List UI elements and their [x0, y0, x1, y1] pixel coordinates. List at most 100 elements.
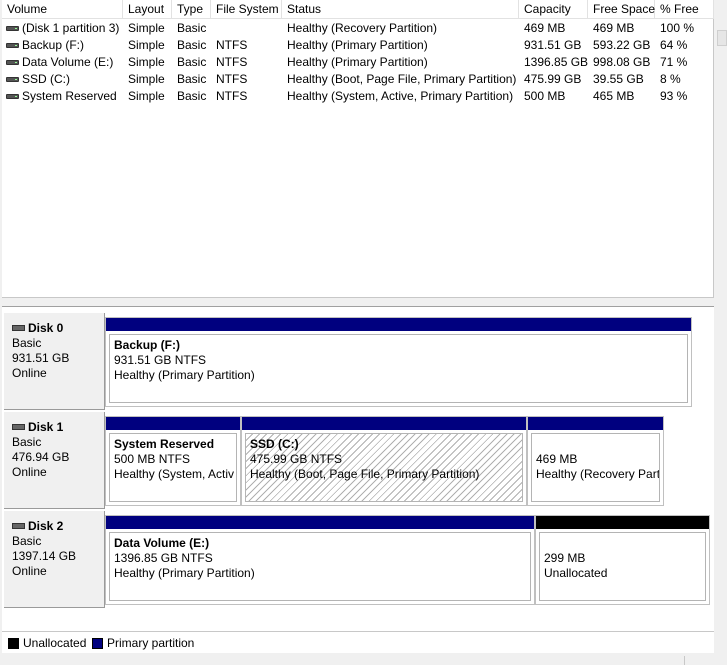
- partition-size: 500 MB NTFS: [114, 452, 191, 466]
- partition-name: SSD (C:): [250, 437, 299, 451]
- partition-status: Healthy (Boot, Page File, Primary Partit…: [250, 467, 480, 481]
- column-header-free-space[interactable]: Free Space: [588, 0, 655, 19]
- volume-type: Basic: [177, 55, 207, 69]
- disk-state: Online: [12, 465, 47, 479]
- volume-row[interactable]: (Disk 1 partition 3) Simple Basic Health…: [2, 20, 713, 37]
- volume-row[interactable]: SSD (C:) Simple Basic NTFS Healthy (Boot…: [2, 71, 713, 88]
- volume-file-system: NTFS: [216, 38, 248, 52]
- disk-label-disk-1[interactable]: Disk 1 Basic 476.94 GB Online: [4, 412, 105, 509]
- disk-size: 931.51 GB: [12, 351, 70, 365]
- volume-type: Basic: [177, 72, 207, 86]
- volume-row[interactable]: Data Volume (E:) Simple Basic NTFS Healt…: [2, 54, 713, 71]
- legend-label: Primary partition: [107, 636, 195, 650]
- volume-free-space: 998.08 GB: [593, 55, 651, 69]
- disk-map[interactable]: Disk 0 Basic 931.51 GB Online Backup (F:…: [2, 306, 714, 631]
- status-divider: [684, 656, 685, 665]
- column-header-capacity[interactable]: Capacity: [519, 0, 588, 19]
- volume-name: Backup (F:): [22, 38, 85, 52]
- volume-file-system: NTFS: [216, 72, 248, 86]
- partition-name: Backup (F:): [114, 338, 180, 352]
- volume-icon: [6, 43, 19, 48]
- disk-icon: [12, 424, 25, 430]
- partition-size: 475.99 GB NTFS: [250, 452, 343, 466]
- volume-list[interactable]: Volume Layout Type File System Status Ca…: [2, 0, 714, 298]
- legend-swatch: [92, 638, 103, 649]
- volume-free-space: 465 MB: [593, 89, 635, 103]
- partition-name: [536, 437, 659, 452]
- volume-name: System Reserved: [22, 89, 117, 103]
- volume-status: Healthy (Recovery Partition): [287, 21, 438, 35]
- column-header-layout[interactable]: Layout: [123, 0, 172, 19]
- partition-bar: [106, 516, 534, 529]
- disk-icon: [12, 523, 25, 529]
- volume-layout: Simple: [128, 38, 165, 52]
- volume-row[interactable]: System Reserved Simple Basic NTFS Health…: [2, 88, 713, 105]
- volume-status: Healthy (Primary Partition): [287, 38, 428, 52]
- column-header-percent-free[interactable]: % Free: [655, 0, 714, 19]
- disk-state: Online: [12, 366, 47, 380]
- partition-system-reserved[interactable]: System Reserved 500 MB NTFS Healthy (Sys…: [105, 416, 241, 506]
- volume-status: Healthy (System, Active, Primary Partiti…: [287, 89, 514, 103]
- disk-label-disk-2[interactable]: Disk 2 Basic 1397.14 GB Online: [4, 511, 105, 608]
- disk-kind: Basic: [12, 534, 42, 548]
- volume-percent-free: 64 %: [660, 38, 688, 52]
- partition-ssd-selected[interactable]: SSD (C:) 475.99 GB NTFS Healthy (Boot, P…: [241, 416, 527, 506]
- volume-percent-free: 100 %: [660, 21, 695, 35]
- volume-type: Basic: [177, 21, 207, 35]
- volume-capacity: 469 MB: [524, 21, 566, 35]
- partition-backup[interactable]: Backup (F:) 931.51 GB NTFS Healthy (Prim…: [105, 317, 692, 407]
- partition-status: Healthy (Recovery Part: [536, 467, 660, 481]
- volume-percent-free: 93 %: [660, 89, 688, 103]
- partition-bar: [528, 417, 663, 430]
- column-header-volume[interactable]: Volume: [2, 0, 123, 19]
- volume-name: (Disk 1 partition 3): [22, 21, 120, 35]
- legend-swatch: [8, 638, 19, 649]
- scroll-arrow-icon[interactable]: [717, 30, 727, 46]
- volume-icon: [6, 26, 19, 31]
- partition-data-volume[interactable]: Data Volume (E:) 1396.85 GB NTFS Healthy…: [105, 515, 535, 605]
- window-edge-scrollbar[interactable]: [716, 0, 727, 665]
- volume-status: Healthy (Boot, Page File, Primary Partit…: [287, 72, 517, 86]
- partition-size: 1396.85 GB NTFS: [114, 551, 213, 565]
- volume-icon: [6, 77, 19, 82]
- volume-free-space: 469 MB: [593, 21, 635, 35]
- disk-kind: Basic: [12, 435, 42, 449]
- partition-status: Healthy (Primary Partition): [114, 566, 255, 580]
- column-header-status[interactable]: Status: [282, 0, 519, 19]
- partition-bar: [536, 516, 709, 529]
- legend: Unallocated Primary partition: [2, 631, 714, 653]
- volume-free-space: 593.22 GB: [593, 38, 651, 52]
- partition-name: Data Volume (E:): [114, 536, 210, 550]
- volume-name: SSD (C:): [22, 72, 70, 86]
- volume-list-header: Volume Layout Type File System Status Ca…: [2, 0, 714, 19]
- column-header-file-system[interactable]: File System: [211, 0, 282, 19]
- partition-name: System Reserved: [114, 437, 215, 451]
- partition-status: Healthy (System, Activ: [114, 467, 235, 481]
- disk-label-disk-0[interactable]: Disk 0 Basic 931.51 GB Online: [4, 313, 105, 410]
- column-header-type[interactable]: Type: [172, 0, 211, 19]
- disk-icon: [12, 325, 25, 331]
- pane-splitter[interactable]: [2, 298, 714, 306]
- volume-layout: Simple: [128, 89, 165, 103]
- volume-name: Data Volume (E:): [22, 55, 114, 69]
- disk-kind: Basic: [12, 336, 42, 350]
- partition-bar: [106, 417, 240, 430]
- volume-capacity: 500 MB: [524, 89, 566, 103]
- volume-status: Healthy (Primary Partition): [287, 55, 428, 69]
- volume-capacity: 931.51 GB: [524, 38, 582, 52]
- volume-file-system: NTFS: [216, 89, 248, 103]
- volume-percent-free: 8 %: [660, 72, 681, 86]
- partition-unallocated[interactable]: 299 MB Unallocated: [535, 515, 710, 605]
- partition-status: Healthy (Primary Partition): [114, 368, 255, 382]
- partition-bar: [242, 417, 526, 430]
- legend-item-unallocated: Unallocated: [8, 636, 86, 650]
- volume-capacity: 1396.85 GB: [524, 55, 589, 69]
- volume-row[interactable]: Backup (F:) Simple Basic NTFS Healthy (P…: [2, 37, 713, 54]
- partition-recovery[interactable]: 469 MB Healthy (Recovery Part: [527, 416, 664, 506]
- disk-name: Disk 2: [28, 519, 64, 533]
- volume-free-space: 39.55 GB: [593, 72, 644, 86]
- disk-size: 476.94 GB: [12, 450, 70, 464]
- volume-icon: [6, 94, 19, 99]
- disk-name: Disk 1: [28, 420, 64, 434]
- legend-label: Unallocated: [23, 636, 87, 650]
